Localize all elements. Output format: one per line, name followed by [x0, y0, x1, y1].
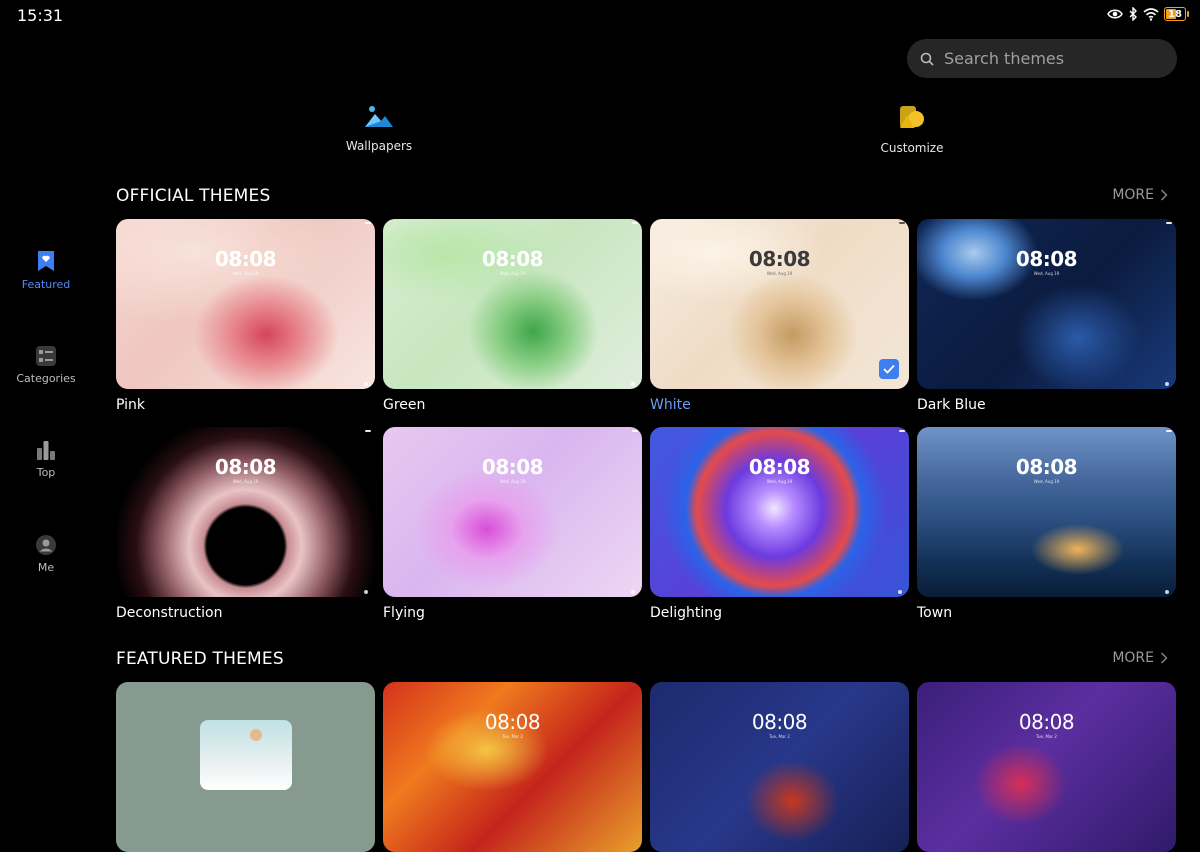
- preview-clock: 08:08: [481, 247, 544, 271]
- official-more-label: MORE: [1112, 187, 1154, 203]
- preview-clock: 08:08: [748, 455, 811, 479]
- featured-themes-title: FEATURED THEMES: [116, 649, 284, 669]
- theme-name-dark-blue[interactable]: Dark Blue: [917, 397, 986, 413]
- preview-status-pill: [632, 222, 638, 224]
- preview-home-dot: [631, 590, 635, 594]
- preview-date: Wed, Aug 19: [232, 271, 259, 276]
- profile-icon: [36, 535, 56, 555]
- battery-indicator: 18: [1164, 7, 1189, 21]
- nav-featured-label: Featured: [21, 278, 71, 291]
- theme-name-delighting[interactable]: Delighting: [650, 605, 722, 621]
- chevron-right-icon: [1161, 189, 1168, 201]
- preview-clock: 08:08: [214, 455, 277, 479]
- preview-status-pill: [632, 430, 638, 432]
- featured-card-3[interactable]: 08:08 Tue, Mar 2: [650, 682, 909, 852]
- preview-date: Wed, Aug 19: [232, 479, 259, 484]
- top-chart-icon: [37, 441, 55, 460]
- official-more-button[interactable]: MORE: [1112, 187, 1168, 203]
- shortcut-wallpapers-label: Wallpapers: [345, 139, 413, 153]
- categories-icon: [36, 346, 56, 366]
- eye-icon: [1107, 9, 1123, 19]
- preview-clock: 08:08: [1015, 247, 1078, 271]
- theme-name-pink[interactable]: Pink: [116, 397, 145, 413]
- featured-card-2[interactable]: 08:08 Tue, Mar 2: [383, 682, 642, 852]
- theme-card-white[interactable]: 08:08 Wed, Aug 19: [650, 219, 909, 389]
- theme-card-green[interactable]: 08:08 Wed, Aug 19: [383, 219, 642, 389]
- preview-date: Tue, Mar 2: [769, 734, 790, 739]
- theme-name-white[interactable]: White: [650, 397, 691, 413]
- preview-home-dot: [898, 590, 902, 594]
- preview-clock: 08:08: [214, 247, 277, 271]
- preview-clock: 08:08: [1018, 710, 1075, 734]
- nav-top[interactable]: Top: [0, 440, 92, 479]
- status-icons: 18: [1107, 7, 1189, 21]
- preview-status-pill: [899, 222, 905, 224]
- nav-categories-label: Categories: [16, 372, 76, 385]
- sun-shape: [250, 729, 262, 741]
- preview-clock: 08:08: [481, 455, 544, 479]
- featured-more-button[interactable]: MORE: [1112, 650, 1168, 666]
- theme-name-deconstruction[interactable]: Deconstruction: [116, 605, 222, 621]
- nav-top-label: Top: [36, 466, 56, 479]
- preview-home-dot: [364, 590, 368, 594]
- featured-more-label: MORE: [1112, 650, 1154, 666]
- theme-card-deconstruction[interactable]: 08:08 Wed, Aug 19: [116, 427, 375, 597]
- shortcut-customize-label: Customize: [880, 141, 944, 155]
- nav-me-label: Me: [37, 561, 55, 574]
- theme-card-dark-blue[interactable]: 08:08 Wed, Aug 19: [917, 219, 1176, 389]
- theme-card-pink[interactable]: 08:08 Wed, Aug 19: [116, 219, 375, 389]
- nav-me[interactable]: Me: [0, 535, 92, 574]
- battery-level: 18: [1168, 8, 1182, 20]
- theme-name-town[interactable]: Town: [917, 605, 952, 621]
- preview-home-dot: [364, 382, 368, 386]
- preview-date: Wed, Aug 19: [1033, 271, 1060, 276]
- featured-card-1[interactable]: [116, 682, 375, 852]
- theme-name-green[interactable]: Green: [383, 397, 425, 413]
- theme-name-flying[interactable]: Flying: [383, 605, 425, 621]
- preview-status-pill: [1166, 222, 1172, 224]
- search-bar[interactable]: [907, 39, 1177, 78]
- featured-icon: [38, 251, 54, 271]
- preview-status-pill: [1166, 430, 1172, 432]
- featured-card-1-art: [200, 720, 292, 790]
- preview-home-dot: [1165, 590, 1169, 594]
- preview-date: Tue, Mar 2: [1036, 734, 1057, 739]
- search-icon: [920, 52, 934, 66]
- preview-clock: 08:08: [1015, 455, 1078, 479]
- preview-status-pill: [365, 222, 371, 224]
- wifi-icon: [1143, 7, 1159, 21]
- preview-clock: 08:08: [748, 247, 811, 271]
- theme-card-flying[interactable]: 08:08 Wed, Aug 19: [383, 427, 642, 597]
- official-themes-title: OFFICIAL THEMES: [116, 186, 271, 206]
- featured-card-4[interactable]: 08:08 Tue, Mar 2: [917, 682, 1176, 852]
- preview-date: Wed, Aug 19: [499, 271, 526, 276]
- wallpapers-icon: [365, 106, 393, 127]
- preview-clock: 08:08: [751, 710, 808, 734]
- theme-card-delighting[interactable]: 08:08 Wed, Aug 19: [650, 427, 909, 597]
- chevron-right-icon: [1161, 652, 1168, 664]
- preview-date: Wed, Aug 19: [499, 479, 526, 484]
- search-input[interactable]: [942, 48, 1146, 69]
- bluetooth-icon: [1129, 7, 1137, 21]
- checkmark-icon: [883, 364, 895, 374]
- preview-date: Tue, Mar 2: [502, 734, 523, 739]
- theme-card-town[interactable]: 08:08 Wed, Aug 19: [917, 427, 1176, 597]
- preview-date: Wed, Aug 19: [1033, 479, 1060, 484]
- nav-categories[interactable]: Categories: [0, 346, 92, 385]
- status-time: 15:31: [17, 6, 64, 25]
- preview-home-dot: [631, 382, 635, 386]
- preview-status-pill: [365, 430, 371, 432]
- preview-date: Wed, Aug 19: [766, 479, 793, 484]
- preview-status-pill: [899, 430, 905, 432]
- preview-date: Wed, Aug 19: [766, 271, 793, 276]
- shortcut-customize[interactable]: Customize: [852, 103, 972, 155]
- customize-icon: [900, 106, 924, 128]
- selected-check: [879, 359, 899, 379]
- preview-clock: 08:08: [484, 710, 541, 734]
- preview-home-dot: [1165, 382, 1169, 386]
- shortcut-wallpapers[interactable]: Wallpapers: [319, 103, 439, 153]
- nav-featured[interactable]: Featured: [0, 250, 92, 291]
